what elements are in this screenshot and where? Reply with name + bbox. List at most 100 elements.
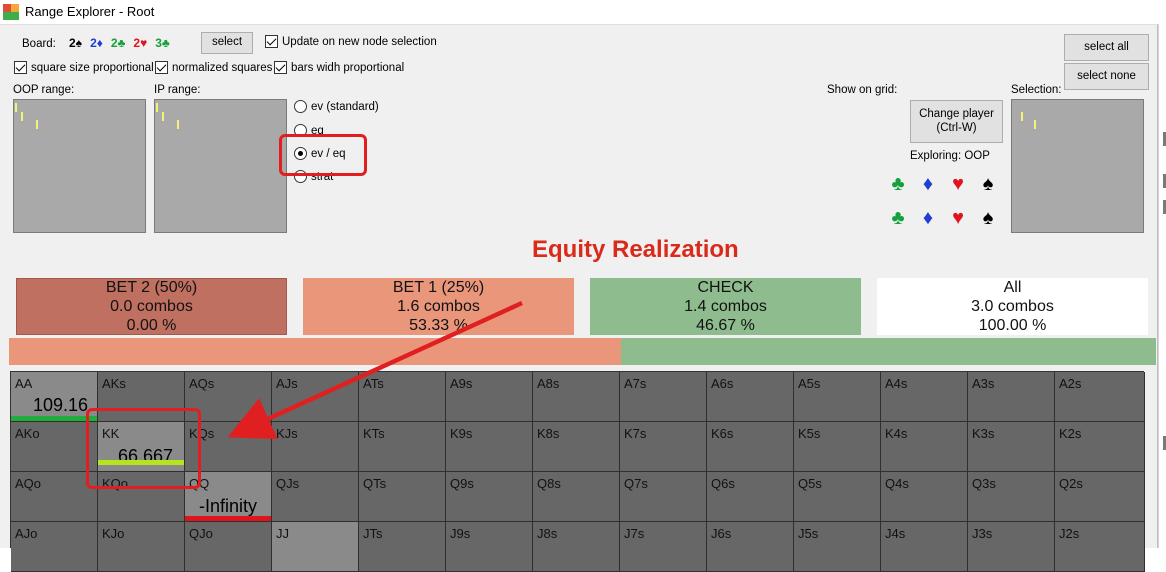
selection-preview[interactable] [1011, 99, 1144, 233]
hand-label: AJo [15, 526, 38, 541]
grid-cell[interactable]: A7s [620, 372, 707, 422]
hand-label: A5s [798, 376, 821, 391]
window-title: Range Explorer - Root [25, 4, 155, 19]
hand-label: Q4s [885, 476, 909, 491]
square-size-checkbox[interactable]: square size proportional [14, 61, 154, 74]
radio-empty-icon[interactable] [294, 100, 307, 113]
highlight-box-ev-eq [279, 134, 367, 176]
grid-cell[interactable]: A5s [794, 372, 881, 422]
diamond-icon[interactable]: ♦ [917, 174, 939, 194]
square-size-label: square size proportional [31, 61, 154, 74]
board-cards: 2♠ 2♦ 2♣ 2♥ 3♣ [69, 36, 170, 50]
action-name: CHECK [697, 279, 754, 296]
ip-range-preview[interactable] [154, 99, 287, 233]
action-box-check[interactable]: CHECK 1.4 combos 46.67 % [590, 278, 861, 335]
grid-cell[interactable]: K8s [533, 422, 620, 472]
grid-cell[interactable]: A4s [881, 372, 968, 422]
hand-label: K6s [711, 426, 734, 441]
grid-cell[interactable]: J5s [794, 522, 881, 572]
grid-cell[interactable]: K6s [707, 422, 794, 472]
grid-cell[interactable]: Q5s [794, 472, 881, 522]
hand-label: AKo [15, 426, 40, 441]
grid-cell[interactable]: K2s [1055, 422, 1145, 472]
grid-cell[interactable]: Q2s [1055, 472, 1145, 522]
board-select-button[interactable]: select [201, 32, 253, 54]
grid-cell[interactable]: AQo [11, 472, 98, 522]
grid-cell[interactable]: J4s [881, 522, 968, 572]
board-card: 2♠ [69, 36, 83, 50]
select-all-button[interactable]: select all [1064, 34, 1149, 61]
grid-cell[interactable]: A3s [968, 372, 1055, 422]
update-on-node-checkbox[interactable]: Update on new node selection [265, 35, 437, 48]
spade-icon[interactable]: ♠ [977, 208, 999, 228]
grid-cell[interactable]: K4s [881, 422, 968, 472]
action-summary-row: BET 2 (50%) 0.0 combos 0.00 % BET 1 (25%) 1.… [16, 278, 1148, 335]
spade-icon[interactable]: ♠ [977, 174, 999, 194]
grid-cell[interactable]: KJo [98, 522, 185, 572]
grid-cell[interactable]: Q6s [707, 472, 794, 522]
grid-cell[interactable]: Q8s [533, 472, 620, 522]
heart-icon[interactable]: ♥ [947, 174, 969, 194]
grid-cell[interactable]: QJs [272, 472, 359, 522]
club-icon[interactable]: ♣ [887, 174, 909, 194]
grid-cell[interactable]: J2s [1055, 522, 1145, 572]
action-combos: 0.0 combos [110, 298, 193, 315]
radio-ev-standard[interactable]: ev (standard) [294, 100, 379, 113]
grid-cell[interactable]: AJo [11, 522, 98, 572]
grid-cell[interactable]: A9s [446, 372, 533, 422]
hand-label: KJo [102, 526, 125, 541]
checkbox-checked-icon[interactable] [14, 61, 27, 74]
ip-range-label: IP range: [154, 84, 201, 96]
action-box-bet-2[interactable]: BET 2 (50%) 0.0 combos 0.00 % [16, 278, 287, 335]
side-scrollbar[interactable] [1158, 24, 1166, 548]
grid-cell[interactable]: K3s [968, 422, 1055, 472]
grid-cell[interactable]: J3s [968, 522, 1055, 572]
grid-cell[interactable]: JJ [272, 522, 359, 572]
change-player-button[interactable]: Change player (Ctrl-W) [910, 100, 1003, 143]
hand-label: K4s [885, 426, 908, 441]
club-icon[interactable]: ♣ [887, 208, 909, 228]
hand-label: J2s [1059, 526, 1080, 541]
grid-cell[interactable]: A8s [533, 372, 620, 422]
diamond-icon[interactable]: ♦ [917, 208, 939, 228]
selection-label: Selection: [1011, 84, 1062, 96]
grid-cell[interactable]: J7s [620, 522, 707, 572]
oop-range-label: OOP range: [13, 84, 75, 96]
grid-cell[interactable]: ATs [359, 372, 446, 422]
grid-cell[interactable]: Q3s [968, 472, 1055, 522]
grid-cell[interactable]: KTs [359, 422, 446, 472]
action-box-all[interactable]: All 3.0 combos 100.00 % [877, 278, 1148, 335]
checkbox-checked-icon[interactable] [155, 61, 168, 74]
radio-label: ev (standard) [311, 100, 379, 113]
grid-cell[interactable]: Q4s [881, 472, 968, 522]
grid-cell[interactable]: AJs [272, 372, 359, 422]
grid-cell[interactable]: Q9s [446, 472, 533, 522]
grid-cell[interactable]: K9s [446, 422, 533, 472]
grid-cell[interactable]: Q7s [620, 472, 707, 522]
bars-width-checkbox[interactable]: bars widh proportional [274, 61, 404, 74]
grid-cell[interactable]: J8s [533, 522, 620, 572]
grid-cell[interactable]: QTs [359, 472, 446, 522]
grid-cell[interactable]: KJs [272, 422, 359, 472]
grid-cell[interactable]: AA 109.16 [11, 372, 98, 422]
heart-icon[interactable]: ♥ [947, 208, 969, 228]
grid-cell[interactable]: JTs [359, 522, 446, 572]
grid-cell[interactable]: K7s [620, 422, 707, 472]
hand-label: Q3s [972, 476, 996, 491]
grid-cell[interactable]: A2s [1055, 372, 1145, 422]
grid-cell[interactable]: K5s [794, 422, 881, 472]
checkbox-checked-icon[interactable] [274, 61, 287, 74]
grid-cell[interactable]: QJo [185, 522, 272, 572]
oop-range-preview[interactable] [13, 99, 146, 233]
checkbox-checked-icon[interactable] [265, 35, 278, 48]
hand-label: J7s [624, 526, 645, 541]
grid-cell[interactable]: J6s [707, 522, 794, 572]
action-box-bet-1[interactable]: BET 1 (25%) 1.6 combos 53.33 % [303, 278, 574, 335]
grid-cell[interactable]: AKo [11, 422, 98, 472]
grid-cell[interactable]: A6s [707, 372, 794, 422]
normalized-squares-checkbox[interactable]: normalized squares [155, 61, 272, 74]
grid-cell[interactable]: J9s [446, 522, 533, 572]
hand-label: Q6s [711, 476, 735, 491]
hand-label: Q7s [624, 476, 648, 491]
select-none-button[interactable]: select none [1064, 63, 1149, 90]
